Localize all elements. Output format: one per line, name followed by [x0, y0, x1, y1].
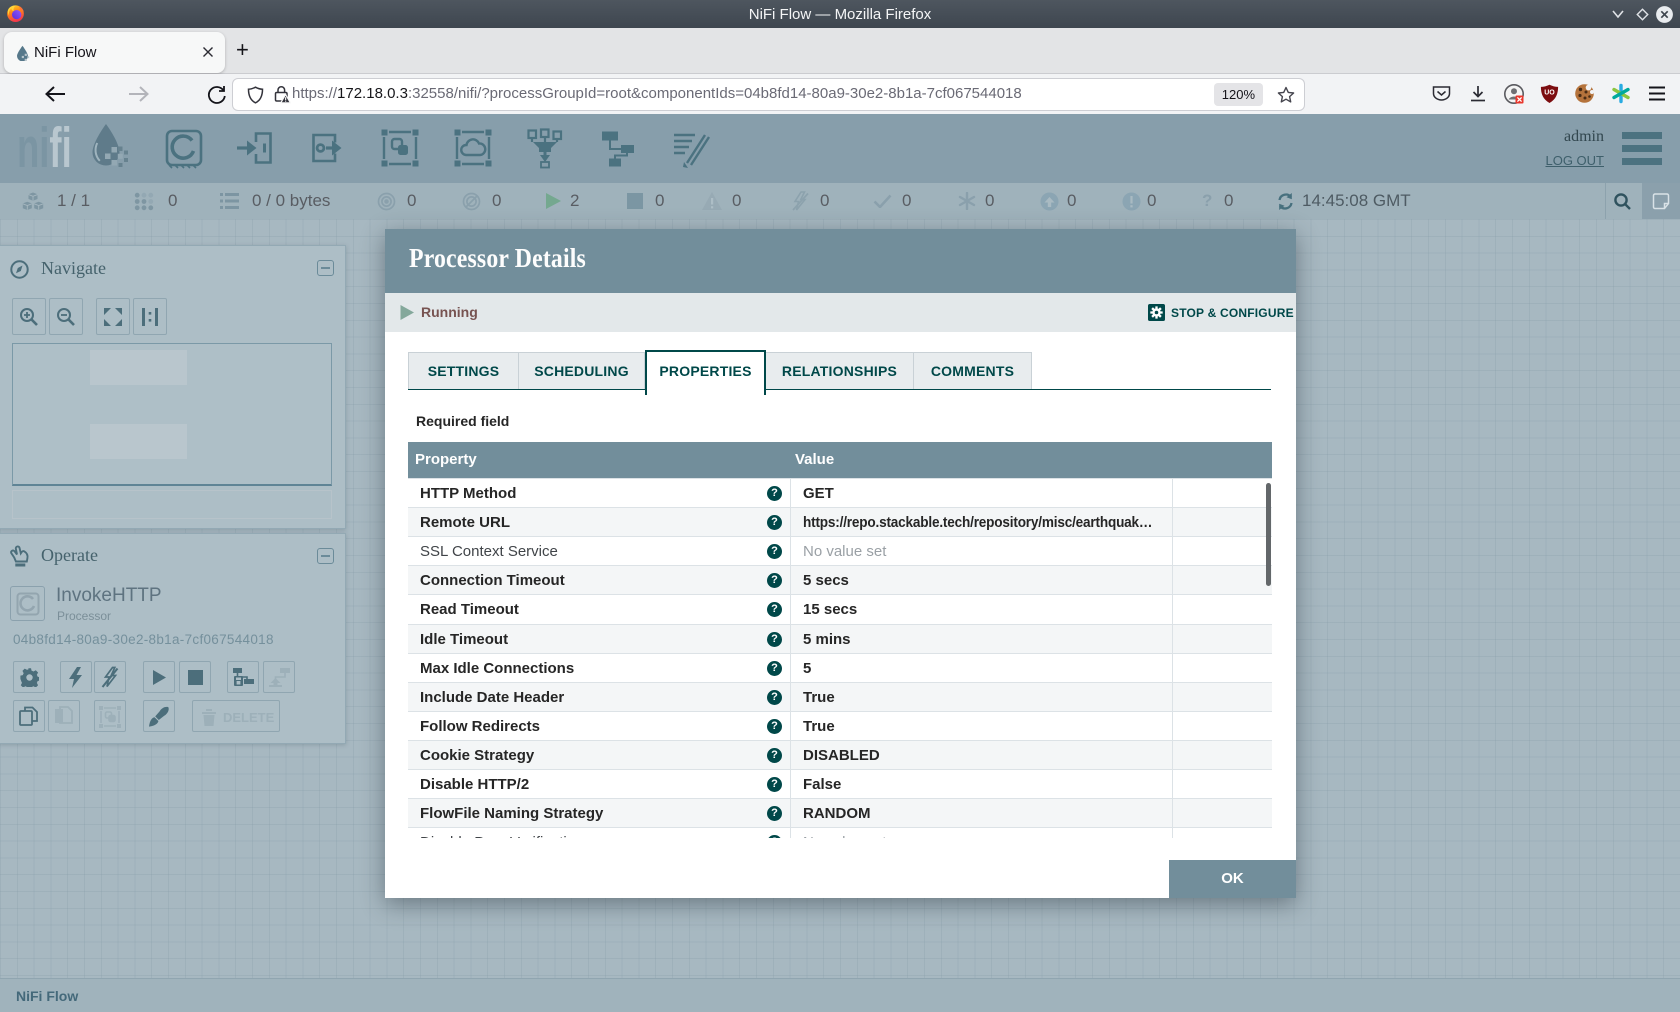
svg-text:UO: UO [1544, 90, 1555, 97]
